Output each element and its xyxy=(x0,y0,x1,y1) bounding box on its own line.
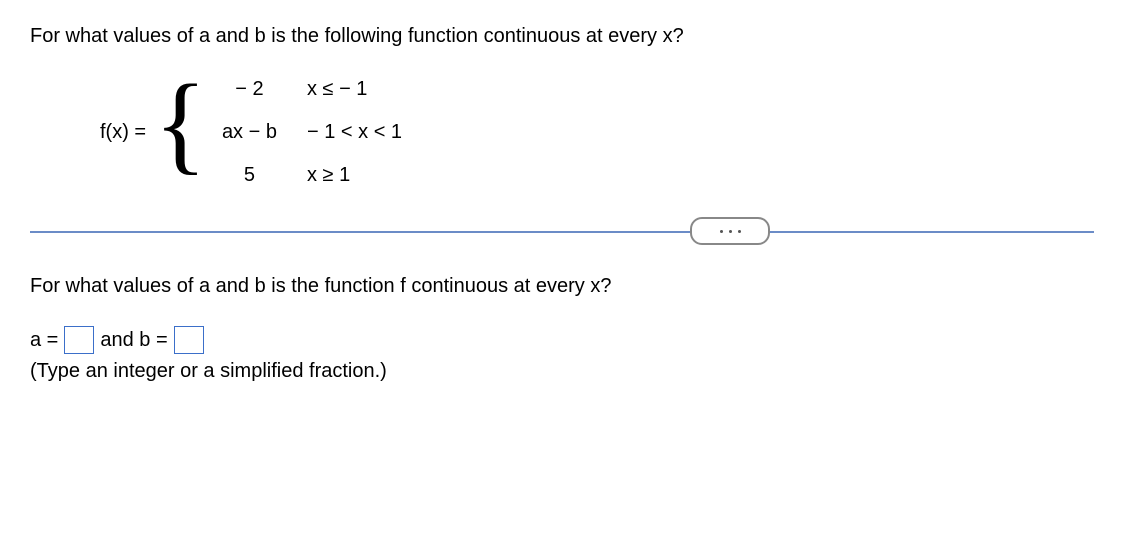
dot-icon xyxy=(720,230,723,233)
case-condition: x ≤ − 1 xyxy=(307,78,402,101)
b-input[interactable] xyxy=(174,326,204,354)
dot-icon xyxy=(729,230,732,233)
brace-wrap: { − 2 x ≤ − 1 ax − b − 1 < x < 1 5 x ≥ 1 xyxy=(154,78,402,187)
case-value: ax − b xyxy=(222,121,277,144)
question-text: For what values of a and b is the follow… xyxy=(30,25,1094,48)
dot-icon xyxy=(738,230,741,233)
expand-button[interactable] xyxy=(690,217,770,245)
left-brace-icon: { xyxy=(154,88,207,158)
case-value: − 2 xyxy=(222,78,277,101)
hint-text: (Type an integer or a simplified fractio… xyxy=(30,360,1094,383)
a-input[interactable] xyxy=(64,326,94,354)
and-b-label: and b = xyxy=(100,329,167,352)
followup-text: For what values of a and b is the functi… xyxy=(30,275,1094,298)
answer-line: a = and b = xyxy=(30,326,1094,354)
divider-line xyxy=(30,231,1094,233)
case-value: 5 xyxy=(222,164,277,187)
cases-grid: − 2 x ≤ − 1 ax − b − 1 < x < 1 5 x ≥ 1 xyxy=(222,78,402,187)
function-label: f(x) = xyxy=(100,121,146,144)
case-condition: x ≥ 1 xyxy=(307,164,402,187)
a-label: a = xyxy=(30,329,58,352)
piecewise-function: f(x) = { − 2 x ≤ − 1 ax − b − 1 < x < 1 … xyxy=(100,78,1094,187)
case-condition: − 1 < x < 1 xyxy=(307,121,402,144)
divider-row xyxy=(30,217,1094,245)
